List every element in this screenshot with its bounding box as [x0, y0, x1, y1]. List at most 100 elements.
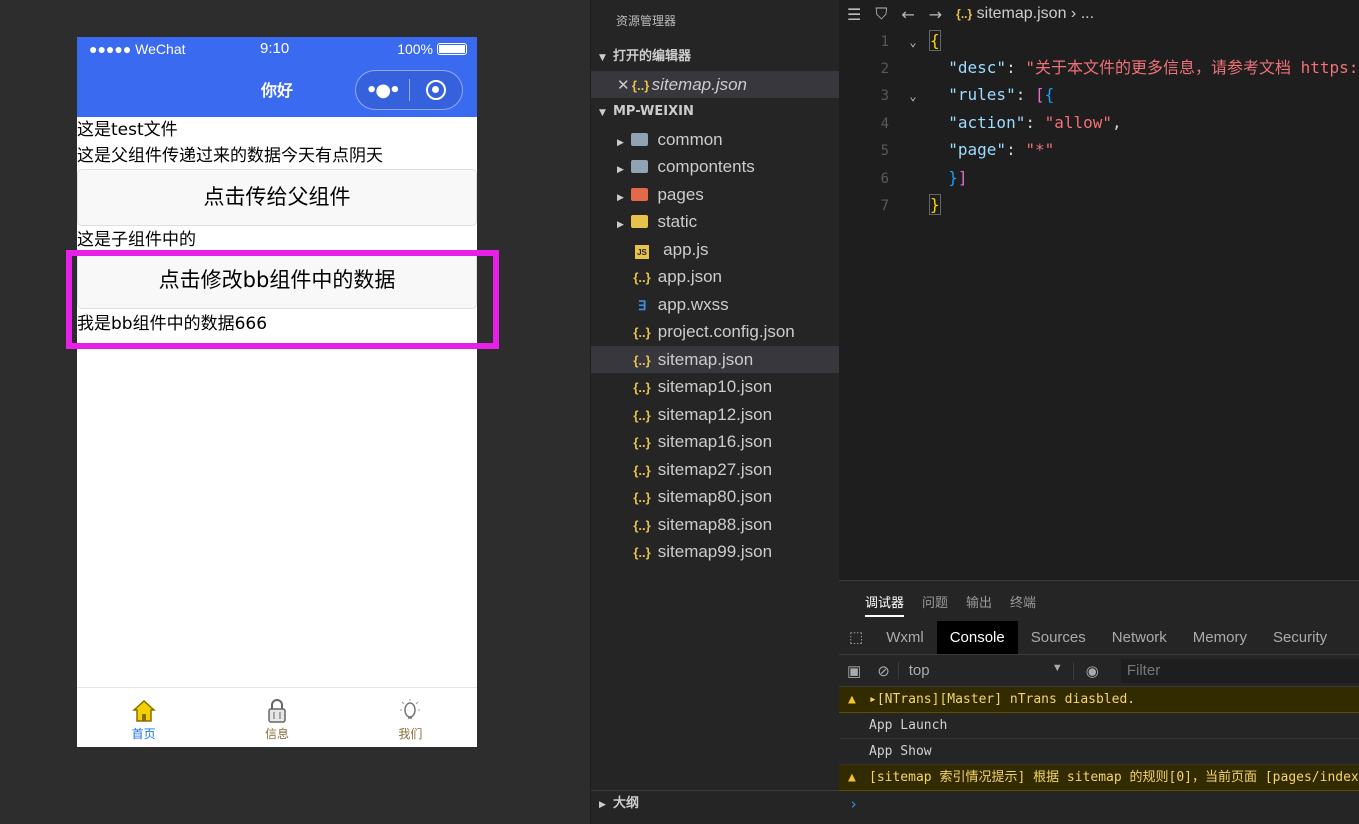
log-text: [sitemap 索引情况提示] 根据 sitemap 的规则[0]，当前页面 … [869, 770, 1359, 785]
console-log: App Launch [839, 713, 1359, 739]
file-label: sitemap.json [657, 350, 754, 369]
tab-security[interactable]: Security [1260, 621, 1340, 654]
menu-capsule: •●• [355, 70, 463, 110]
tree-folder-compontents[interactable]: ▶ compontents [591, 153, 840, 180]
tab-home[interactable]: 首页 [77, 688, 210, 747]
navigation-bar: 你好 •●• [77, 61, 477, 117]
chevron-down-icon[interactable]: ⌄ [897, 29, 929, 56]
file-label: sitemap12.json [657, 405, 773, 424]
tab-debugger[interactable]: 调试器 [865, 592, 905, 617]
close-miniprogram-button[interactable] [409, 80, 462, 100]
tab-wxml[interactable]: Wxml [873, 621, 937, 654]
log-text: ▸[NTrans][Master] nTrans diasbled. [869, 692, 1136, 707]
text-parent-data: 这是父组件传递过来的数据今天有点阴天 [77, 146, 383, 166]
tree-file[interactable]: {..} sitemap80.json [591, 483, 840, 510]
tab-sources[interactable]: Sources [1018, 621, 1099, 654]
send-to-parent-button[interactable]: 点击传给父组件 [77, 169, 477, 226]
folder-icon [631, 160, 648, 173]
outline-label: 大纲 [613, 796, 640, 811]
prompt-icon: › [849, 795, 859, 813]
home-icon [131, 699, 156, 722]
debug-panel: 调试器 问题 输出 终端 ⬚ Wxml Console Sources Netw… [839, 580, 1359, 824]
console-prompt[interactable]: › [839, 791, 1359, 817]
battery-indicator: 100% [397, 41, 467, 57]
tab-info[interactable]: 信息 [210, 688, 343, 747]
tree-folder-pages[interactable]: ▶ pages [591, 181, 840, 208]
bookmark-icon[interactable]: ⛉ [875, 4, 887, 24]
tab-network[interactable]: Network [1099, 621, 1180, 654]
log-text: App Show [869, 744, 932, 759]
tab-terminal[interactable]: 终端 [1010, 592, 1036, 611]
phone-screen: ●●●●● WeChat 9:10 100% 你好 •●• 这是test文件 这… [77, 37, 477, 747]
tab-problems[interactable]: 问题 [922, 592, 948, 611]
close-icon[interactable]: ✕ [617, 77, 630, 94]
json-key: "page" [948, 140, 1007, 159]
console-log-warning: ▲ ▸[NTrans][Master] nTrans diasbled. [839, 687, 1359, 713]
breadcrumb[interactable]: {..} sitemap.json › ... [956, 5, 1094, 23]
tab-memory[interactable]: Memory [1180, 621, 1260, 654]
battery-percent: 100% [397, 41, 433, 57]
file-label: sitemap27.json [657, 460, 773, 479]
context-value: top [908, 662, 930, 679]
open-editors-label: 打开的编辑器 [613, 49, 692, 64]
chevron-right-icon: ▶ [617, 219, 624, 229]
json-file-icon: {..} [633, 435, 651, 450]
tree-folder-static[interactable]: ▶ static [591, 208, 840, 235]
tree-file[interactable]: {..} sitemap10.json [591, 373, 840, 400]
battery-icon [437, 43, 467, 55]
tab-us-label: 我们 [398, 727, 423, 741]
more-icon[interactable]: •●• [356, 80, 409, 101]
back-arrow-icon[interactable]: ← [901, 5, 914, 24]
tree-file[interactable]: {..} project.config.json [591, 318, 840, 345]
context-select[interactable]: top ▼ [897, 662, 1073, 679]
carrier-label: ●●●●● WeChat [89, 41, 186, 57]
filter-input[interactable]: Filter [1120, 658, 1359, 683]
explorer-sidebar: 资源管理器 ▼ 打开的编辑器 ✕ {..} sitemap.json ▼ MP-WEIX… [590, 0, 840, 824]
json-value: "关于本文件的更多信息，请参考文档 https://developers.wei… [1025, 58, 1359, 77]
folder-icon [631, 215, 648, 228]
file-label: sitemap16.json [657, 432, 773, 451]
editor-toolbar: ☰ ⛉ ← → {..} sitemap.json › ... [839, 0, 1359, 28]
tree-file[interactable]: {..} sitemap88.json [591, 511, 840, 538]
list-icon[interactable]: ☰ [847, 5, 861, 24]
warning-icon: ▲ [848, 692, 856, 707]
tab-output[interactable]: 输出 [966, 592, 992, 611]
tree-file[interactable]: {..} sitemap12.json [591, 401, 840, 428]
folder-label: compontents [657, 157, 755, 176]
tree-file[interactable]: {..} sitemap99.json [591, 538, 840, 565]
clear-console-icon[interactable]: ⊘ [869, 662, 898, 680]
chevron-down-icon[interactable]: ⌄ [897, 83, 929, 110]
chevron-down-icon: ▼ [599, 108, 606, 118]
code-line-7: 7} [880, 194, 941, 215]
project-section[interactable]: ▼ MP-WEIXIN [591, 99, 840, 125]
tab-home-label: 首页 [131, 727, 156, 741]
outline-section[interactable]: ▶ 大纲 [591, 790, 840, 816]
tree-file[interactable]: JS app.js [591, 236, 840, 263]
devtools-tabs: ⬚ Wxml Console Sources Network Memory Se… [839, 621, 1359, 655]
inspect-icon[interactable]: ⬚ [839, 621, 873, 654]
forward-arrow-icon[interactable]: → [929, 5, 942, 24]
code-editor[interactable]: ☰ ⛉ ← → {..} sitemap.json › ... 1 ⌄{ 2 "d… [839, 0, 1359, 580]
code-line-6: 6 }] [880, 168, 968, 187]
tab-console[interactable]: Console [936, 621, 1018, 654]
tree-file[interactable]: {..} sitemap16.json [591, 428, 840, 455]
dropdown-icon: ▼ [1051, 662, 1063, 674]
tree-file[interactable]: {..} app.json [591, 263, 840, 290]
json-key: "rules" [948, 85, 1016, 104]
highlight-annotation-box [66, 250, 499, 349]
tree-file[interactable]: ∃ app.wxss [591, 291, 840, 318]
json-key: "action" [948, 113, 1026, 132]
sidebar-toggle-icon[interactable]: ▣ [839, 662, 869, 680]
open-editor-item-sitemap[interactable]: ✕ {..} sitemap.json [591, 71, 840, 98]
tab-us[interactable]: 我们 [344, 688, 477, 747]
json-file-icon: {..} [633, 545, 651, 560]
eye-icon[interactable]: ◉ [1072, 661, 1111, 680]
tree-folder-common[interactable]: ▶ common [591, 126, 840, 153]
tree-file[interactable]: {..} sitemap27.json [591, 456, 840, 483]
file-label: sitemap80.json [657, 487, 773, 506]
tree-file-selected[interactable]: {..} sitemap.json [591, 346, 840, 373]
open-editors-section[interactable]: ▼ 打开的编辑器 [591, 44, 840, 70]
file-label: app.js [663, 240, 709, 259]
chevron-right-icon: › [1070, 5, 1077, 22]
folder-label: pages [657, 185, 704, 204]
